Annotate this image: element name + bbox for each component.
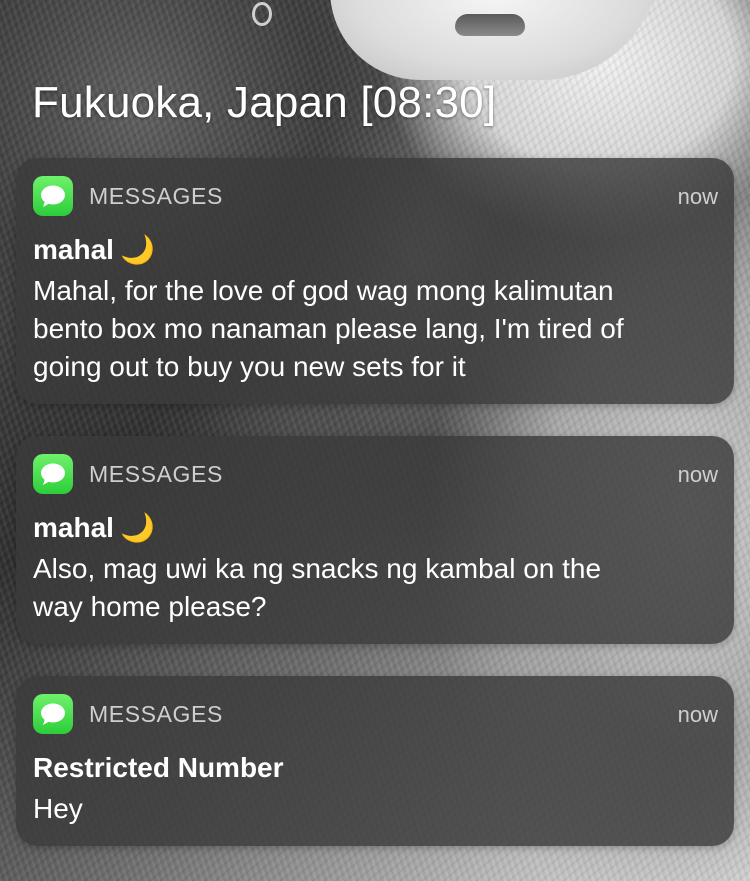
crescent-moon-emoji: 🌙 xyxy=(119,234,155,265)
sender-name: mahal 🌙 xyxy=(33,510,718,546)
message-line: Mahal, for the love of god wag mong kali… xyxy=(33,275,614,306)
sender-label: Restricted Number xyxy=(33,752,284,783)
message-body: Mahal, for the love of god wag mong kali… xyxy=(33,272,718,386)
message-line: bento box mo nanaman please lang, I'm ti… xyxy=(33,313,624,344)
notification-header: MESSAGES now xyxy=(33,454,718,494)
wallpaper-earring xyxy=(252,2,272,26)
notification-time: now xyxy=(677,184,718,209)
sender-name: Restricted Number xyxy=(33,750,718,786)
wallpaper-face xyxy=(330,0,660,80)
message-line: Hey xyxy=(33,793,83,824)
sender-name: mahal 🌙 xyxy=(33,232,718,268)
notification-card[interactable]: MESSAGES now mahal 🌙 Mahal, for the love … xyxy=(16,158,734,404)
notification-card[interactable]: MESSAGES now mahal 🌙 Also, mag uwi ka ng … xyxy=(16,436,734,644)
app-name: MESSAGES xyxy=(89,182,223,209)
message-line: way home please? xyxy=(33,591,267,622)
wallpaper-lips xyxy=(455,14,525,36)
app-name: MESSAGES xyxy=(89,460,223,487)
crescent-moon-emoji: 🌙 xyxy=(119,512,155,543)
sender-label: mahal xyxy=(33,512,114,543)
location-time-label: Fukuoka, Japan [08:30] xyxy=(32,78,497,127)
message-body: Also, mag uwi ka ng snacks ng kambal on … xyxy=(33,550,718,626)
message-body: Hey xyxy=(33,790,718,828)
notification-time: now xyxy=(677,462,718,487)
lock-screen: Fukuoka, Japan [08:30] MESSAGES now maha… xyxy=(0,0,750,881)
message-line: going out to buy you new sets for it xyxy=(33,351,466,382)
app-name: MESSAGES xyxy=(89,700,223,727)
message-line: Also, mag uwi ka ng snacks ng kambal on … xyxy=(33,553,602,584)
messages-app-icon xyxy=(33,694,73,734)
messages-app-icon xyxy=(33,176,73,216)
notification-header: MESSAGES now xyxy=(33,176,718,216)
notification-card[interactable]: MESSAGES now Restricted Number Hey xyxy=(16,676,734,846)
messages-app-icon xyxy=(33,454,73,494)
notification-time: now xyxy=(677,702,718,727)
sender-label: mahal xyxy=(33,234,114,265)
notification-header: MESSAGES now xyxy=(33,694,718,734)
